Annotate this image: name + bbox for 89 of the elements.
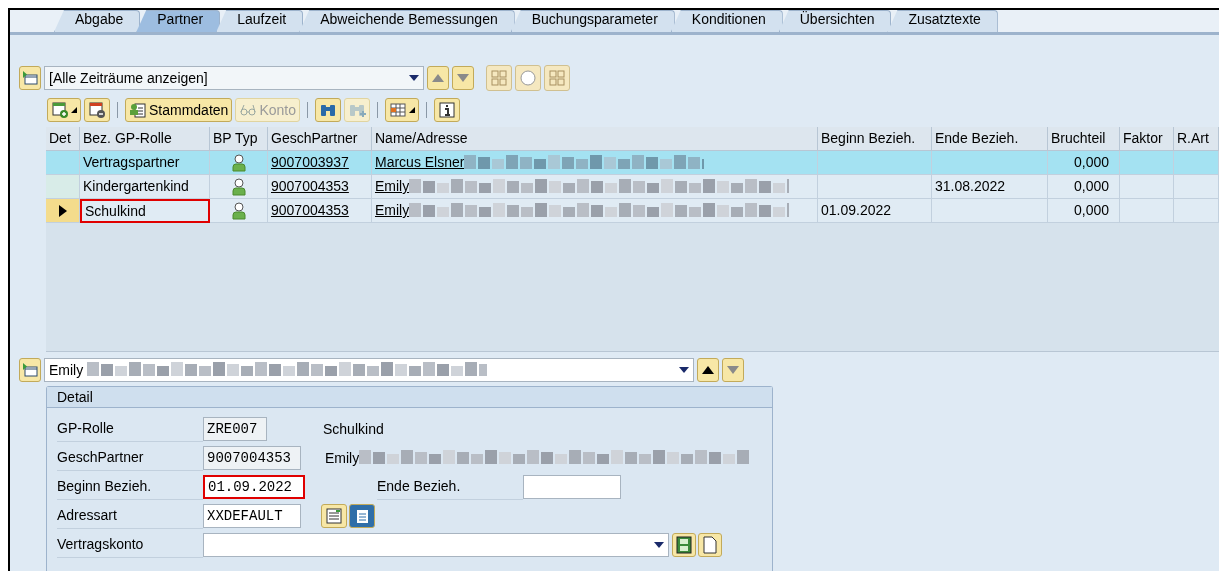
table-cell: 01.09.2022 (818, 199, 932, 223)
tab[interactable]: Abweichende Bemessungen (299, 10, 515, 32)
column-header[interactable]: Bez. GP-Rolle (80, 127, 210, 151)
toolbar-button[interactable]: Stammdaten (125, 98, 233, 122)
table-cell: Kindergartenkind (80, 175, 210, 199)
tab[interactable]: Laufzeit (216, 10, 304, 32)
panel-title: Detail (57, 387, 93, 407)
binoculars-button[interactable] (314, 98, 341, 122)
table-cell: Vertragspartner (80, 151, 210, 175)
field-label: Adressart (57, 506, 117, 525)
layout-icon (388, 101, 407, 119)
dropdown-caret-icon (408, 107, 415, 113)
field-label: Beginn Bezieh. (57, 477, 152, 496)
dropdown-caret-icon (654, 542, 664, 548)
table-cell (1120, 151, 1174, 175)
address-button[interactable] (321, 504, 347, 528)
column-header[interactable]: GeschPartner (268, 127, 372, 151)
dropdown-caret-icon (679, 367, 689, 373)
field-label: Vertragskonto (57, 535, 144, 554)
input-field[interactable]: XXDEFAULT (203, 504, 301, 528)
triangle-down-icon (457, 74, 469, 82)
column-header[interactable]: Beginn Bezieh. (818, 127, 932, 151)
add-row-icon (51, 101, 69, 119)
table-cell: Schulkind (80, 199, 210, 223)
triangle-down-icon (727, 366, 739, 374)
info-icon (437, 101, 456, 119)
column-header[interactable]: Ende Bezieh. (932, 127, 1048, 151)
name-link[interactable]: Marcus Elsner (375, 152, 465, 173)
column-header[interactable]: Name/Adresse (372, 127, 818, 151)
person-icon (231, 153, 246, 172)
field-text: Schulkind (323, 419, 384, 439)
save-icon (676, 536, 692, 554)
input-field[interactable]: ZRE007 (203, 417, 267, 441)
dropdown-caret-icon (71, 107, 77, 113)
table-cell: 31.08.2022 (932, 175, 1048, 199)
tab[interactable]: Buchungsparameter (510, 10, 675, 32)
person-icon (231, 177, 246, 196)
table-cell (1174, 175, 1219, 199)
new-document-button[interactable] (698, 533, 722, 557)
table-cell: 0,000 (1048, 175, 1120, 199)
input-field[interactable]: 01.09.2022 (203, 475, 305, 499)
field-label: Ende Bezieh. (377, 477, 461, 496)
field-text: Emily (325, 448, 360, 468)
navigation-button[interactable] (19, 358, 41, 382)
table-cell (1120, 199, 1174, 223)
column-header[interactable]: Bruchteil (1048, 127, 1120, 151)
blank-page-icon (702, 536, 718, 554)
dropdown-caret-icon (409, 75, 419, 81)
table-cell: 0,000 (1048, 199, 1120, 223)
input-field[interactable]: 9007004353 (203, 446, 301, 470)
triangle-up-icon (432, 74, 444, 82)
tab[interactable]: Konditionen (670, 10, 783, 32)
tab[interactable]: Abgabe (54, 10, 141, 32)
column-header[interactable]: Faktor (1120, 127, 1174, 151)
tab[interactable]: Übersichten (778, 10, 892, 32)
column-header[interactable]: R.Art (1174, 127, 1219, 151)
previous-button[interactable] (697, 358, 719, 382)
name-link[interactable]: Emily (375, 200, 410, 221)
partner-link[interactable]: 9007003937 (271, 152, 349, 173)
partner-link[interactable]: 9007004353 (271, 176, 349, 197)
period-dropdown[interactable]: [Alle Zeiträume anzeigen] (44, 66, 424, 90)
save-button[interactable] (672, 533, 696, 557)
person-card-icon (129, 101, 147, 119)
column-header[interactable]: Det (46, 127, 80, 151)
person-icon (231, 201, 246, 220)
input-field[interactable] (523, 475, 621, 499)
table-cell: 0,000 (1048, 151, 1120, 175)
clock-button[interactable] (515, 65, 541, 91)
info-button[interactable] (433, 98, 460, 122)
name-link[interactable]: Emily (375, 176, 410, 197)
layout-button[interactable] (384, 98, 419, 122)
field-label: GP-Rolle (57, 419, 114, 438)
next-button[interactable] (452, 66, 474, 90)
add-row-button[interactable] (47, 98, 81, 122)
triangle-up-icon (702, 366, 714, 374)
current-row-icon (58, 204, 67, 217)
partner-link[interactable]: 9007004353 (271, 200, 349, 221)
delete-row-icon (88, 101, 106, 119)
delete-row-button[interactable] (84, 98, 110, 122)
row-selector[interactable] (46, 199, 80, 223)
tab[interactable]: Partner (136, 10, 221, 32)
partner-dropdown[interactable]: Emily (44, 358, 694, 382)
navigation-button[interactable] (19, 66, 41, 90)
table-cell (1174, 151, 1219, 175)
column-header[interactable]: BP Typ (210, 127, 268, 151)
document-icon (325, 507, 343, 525)
table-cell (1120, 175, 1174, 199)
tab[interactable]: Zusatztexte (887, 10, 998, 32)
field-label: GeschPartner (57, 448, 144, 467)
